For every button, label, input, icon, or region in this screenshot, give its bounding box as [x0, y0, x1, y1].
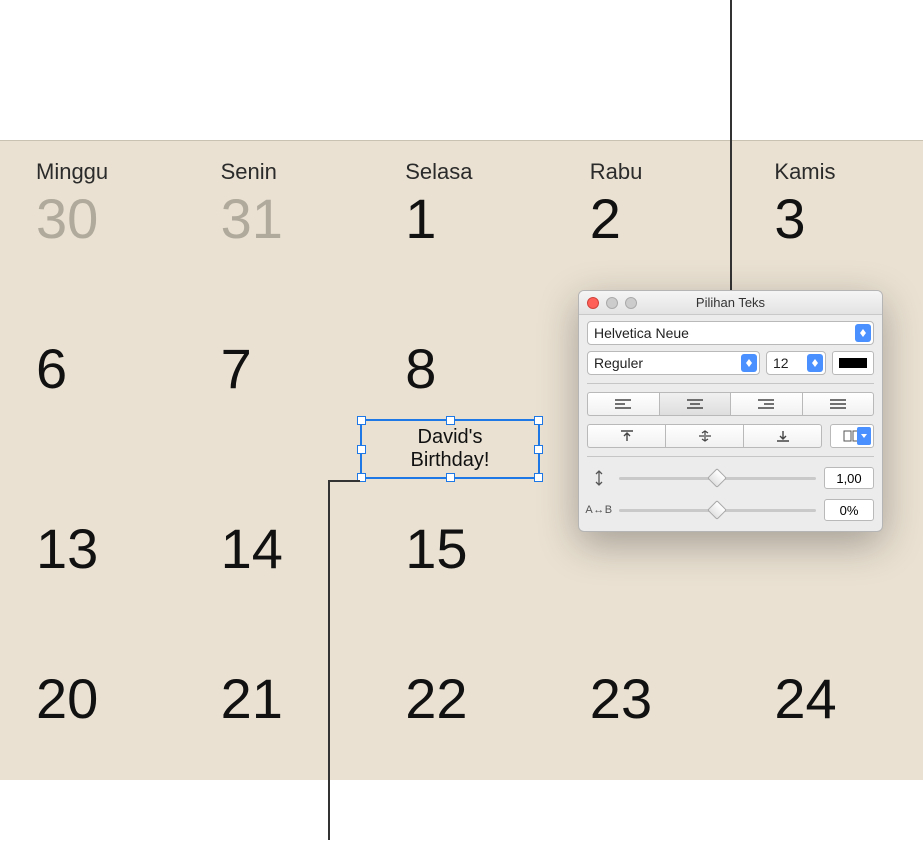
day-number[interactable]: 13	[0, 521, 185, 577]
align-center-icon	[686, 398, 704, 410]
font-family-value: Helvetica Neue	[594, 325, 689, 341]
selection-handle[interactable]	[446, 473, 455, 482]
day-number[interactable]: 20	[0, 671, 185, 727]
vertical-align-group	[587, 424, 822, 448]
valign-bottom-button[interactable]	[743, 424, 822, 448]
day-number[interactable]: 22	[369, 671, 554, 727]
day-number[interactable]: 14	[185, 521, 370, 577]
day-header: Selasa	[369, 141, 554, 185]
font-style-select[interactable]: Reguler	[587, 351, 760, 375]
line-spacing-icon	[587, 469, 611, 487]
text-color-well[interactable]	[832, 351, 874, 375]
day-header: Senin	[185, 141, 370, 185]
selection-handle[interactable]	[357, 445, 366, 454]
valign-bottom-icon	[775, 429, 791, 443]
align-left-icon	[614, 398, 632, 410]
font-size-select[interactable]: 12	[766, 351, 826, 375]
align-justify-icon	[829, 398, 847, 410]
day-header: Kamis	[738, 141, 923, 185]
char-spacing-slider[interactable]	[619, 502, 816, 518]
day-number[interactable]: 23	[554, 671, 739, 727]
color-swatch	[839, 358, 867, 368]
day-header: Rabu	[554, 141, 739, 185]
selection-handle[interactable]	[357, 416, 366, 425]
stepper-icon[interactable]	[741, 354, 757, 372]
callout-line	[328, 480, 360, 482]
event-text-box[interactable]: David's Birthday!	[360, 419, 540, 479]
panel-titlebar[interactable]: Pilihan Teks	[579, 291, 882, 315]
font-style-value: Reguler	[594, 355, 643, 371]
line-spacing-value[interactable]: 1,00	[824, 467, 874, 489]
text-options-panel[interactable]: Pilihan Teks Helvetica Neue Reguler 12	[578, 290, 883, 532]
day-number[interactable]: 7	[185, 341, 370, 397]
columns-select[interactable]	[830, 424, 874, 448]
day-number[interactable]: 3	[738, 191, 923, 247]
calendar-row: 20 21 22 23 24	[0, 671, 923, 727]
day-number[interactable]: 31	[185, 191, 370, 247]
line-spacing-slider[interactable]	[619, 470, 816, 486]
selection-handle[interactable]	[446, 416, 455, 425]
window-minimize-button[interactable]	[606, 297, 618, 309]
valign-middle-icon	[697, 429, 713, 443]
callout-line	[328, 480, 330, 840]
align-left-button[interactable]	[587, 392, 659, 416]
valign-top-button[interactable]	[587, 424, 665, 448]
dropdown-caret-icon	[857, 427, 871, 445]
day-number[interactable]: 24	[738, 671, 923, 727]
valign-middle-button[interactable]	[665, 424, 743, 448]
day-number[interactable]: 30	[0, 191, 185, 247]
align-right-icon	[757, 398, 775, 410]
char-spacing-value[interactable]: 0%	[824, 499, 874, 521]
calendar-row: 30 31 1 2 3	[0, 191, 923, 247]
stepper-icon[interactable]	[855, 324, 871, 342]
day-number[interactable]: 1	[369, 191, 554, 247]
window-zoom-button[interactable]	[625, 297, 637, 309]
stepper-icon[interactable]	[807, 354, 823, 372]
align-center-button[interactable]	[659, 392, 731, 416]
event-text: David's Birthday!	[411, 426, 490, 472]
day-number[interactable]: 21	[185, 671, 370, 727]
char-spacing-icon: A↔B	[587, 504, 611, 516]
day-number[interactable]: 2	[554, 191, 739, 247]
day-number[interactable]: 6	[0, 341, 185, 397]
selection-handle[interactable]	[534, 473, 543, 482]
day-header: Minggu	[0, 141, 185, 185]
calendar-header-row: Minggu Senin Selasa Rabu Kamis	[0, 141, 923, 185]
font-size-value: 12	[773, 355, 789, 371]
day-number[interactable]: 15	[369, 521, 554, 577]
align-justify-button[interactable]	[802, 392, 875, 416]
align-right-button[interactable]	[730, 392, 802, 416]
window-close-button[interactable]	[587, 297, 599, 309]
selection-handle[interactable]	[534, 416, 543, 425]
day-number[interactable]: 8	[369, 341, 554, 397]
font-family-select[interactable]: Helvetica Neue	[587, 321, 874, 345]
horizontal-align-group	[587, 392, 874, 416]
selection-handle[interactable]	[534, 445, 543, 454]
valign-top-icon	[619, 429, 635, 443]
callout-line	[730, 0, 732, 290]
